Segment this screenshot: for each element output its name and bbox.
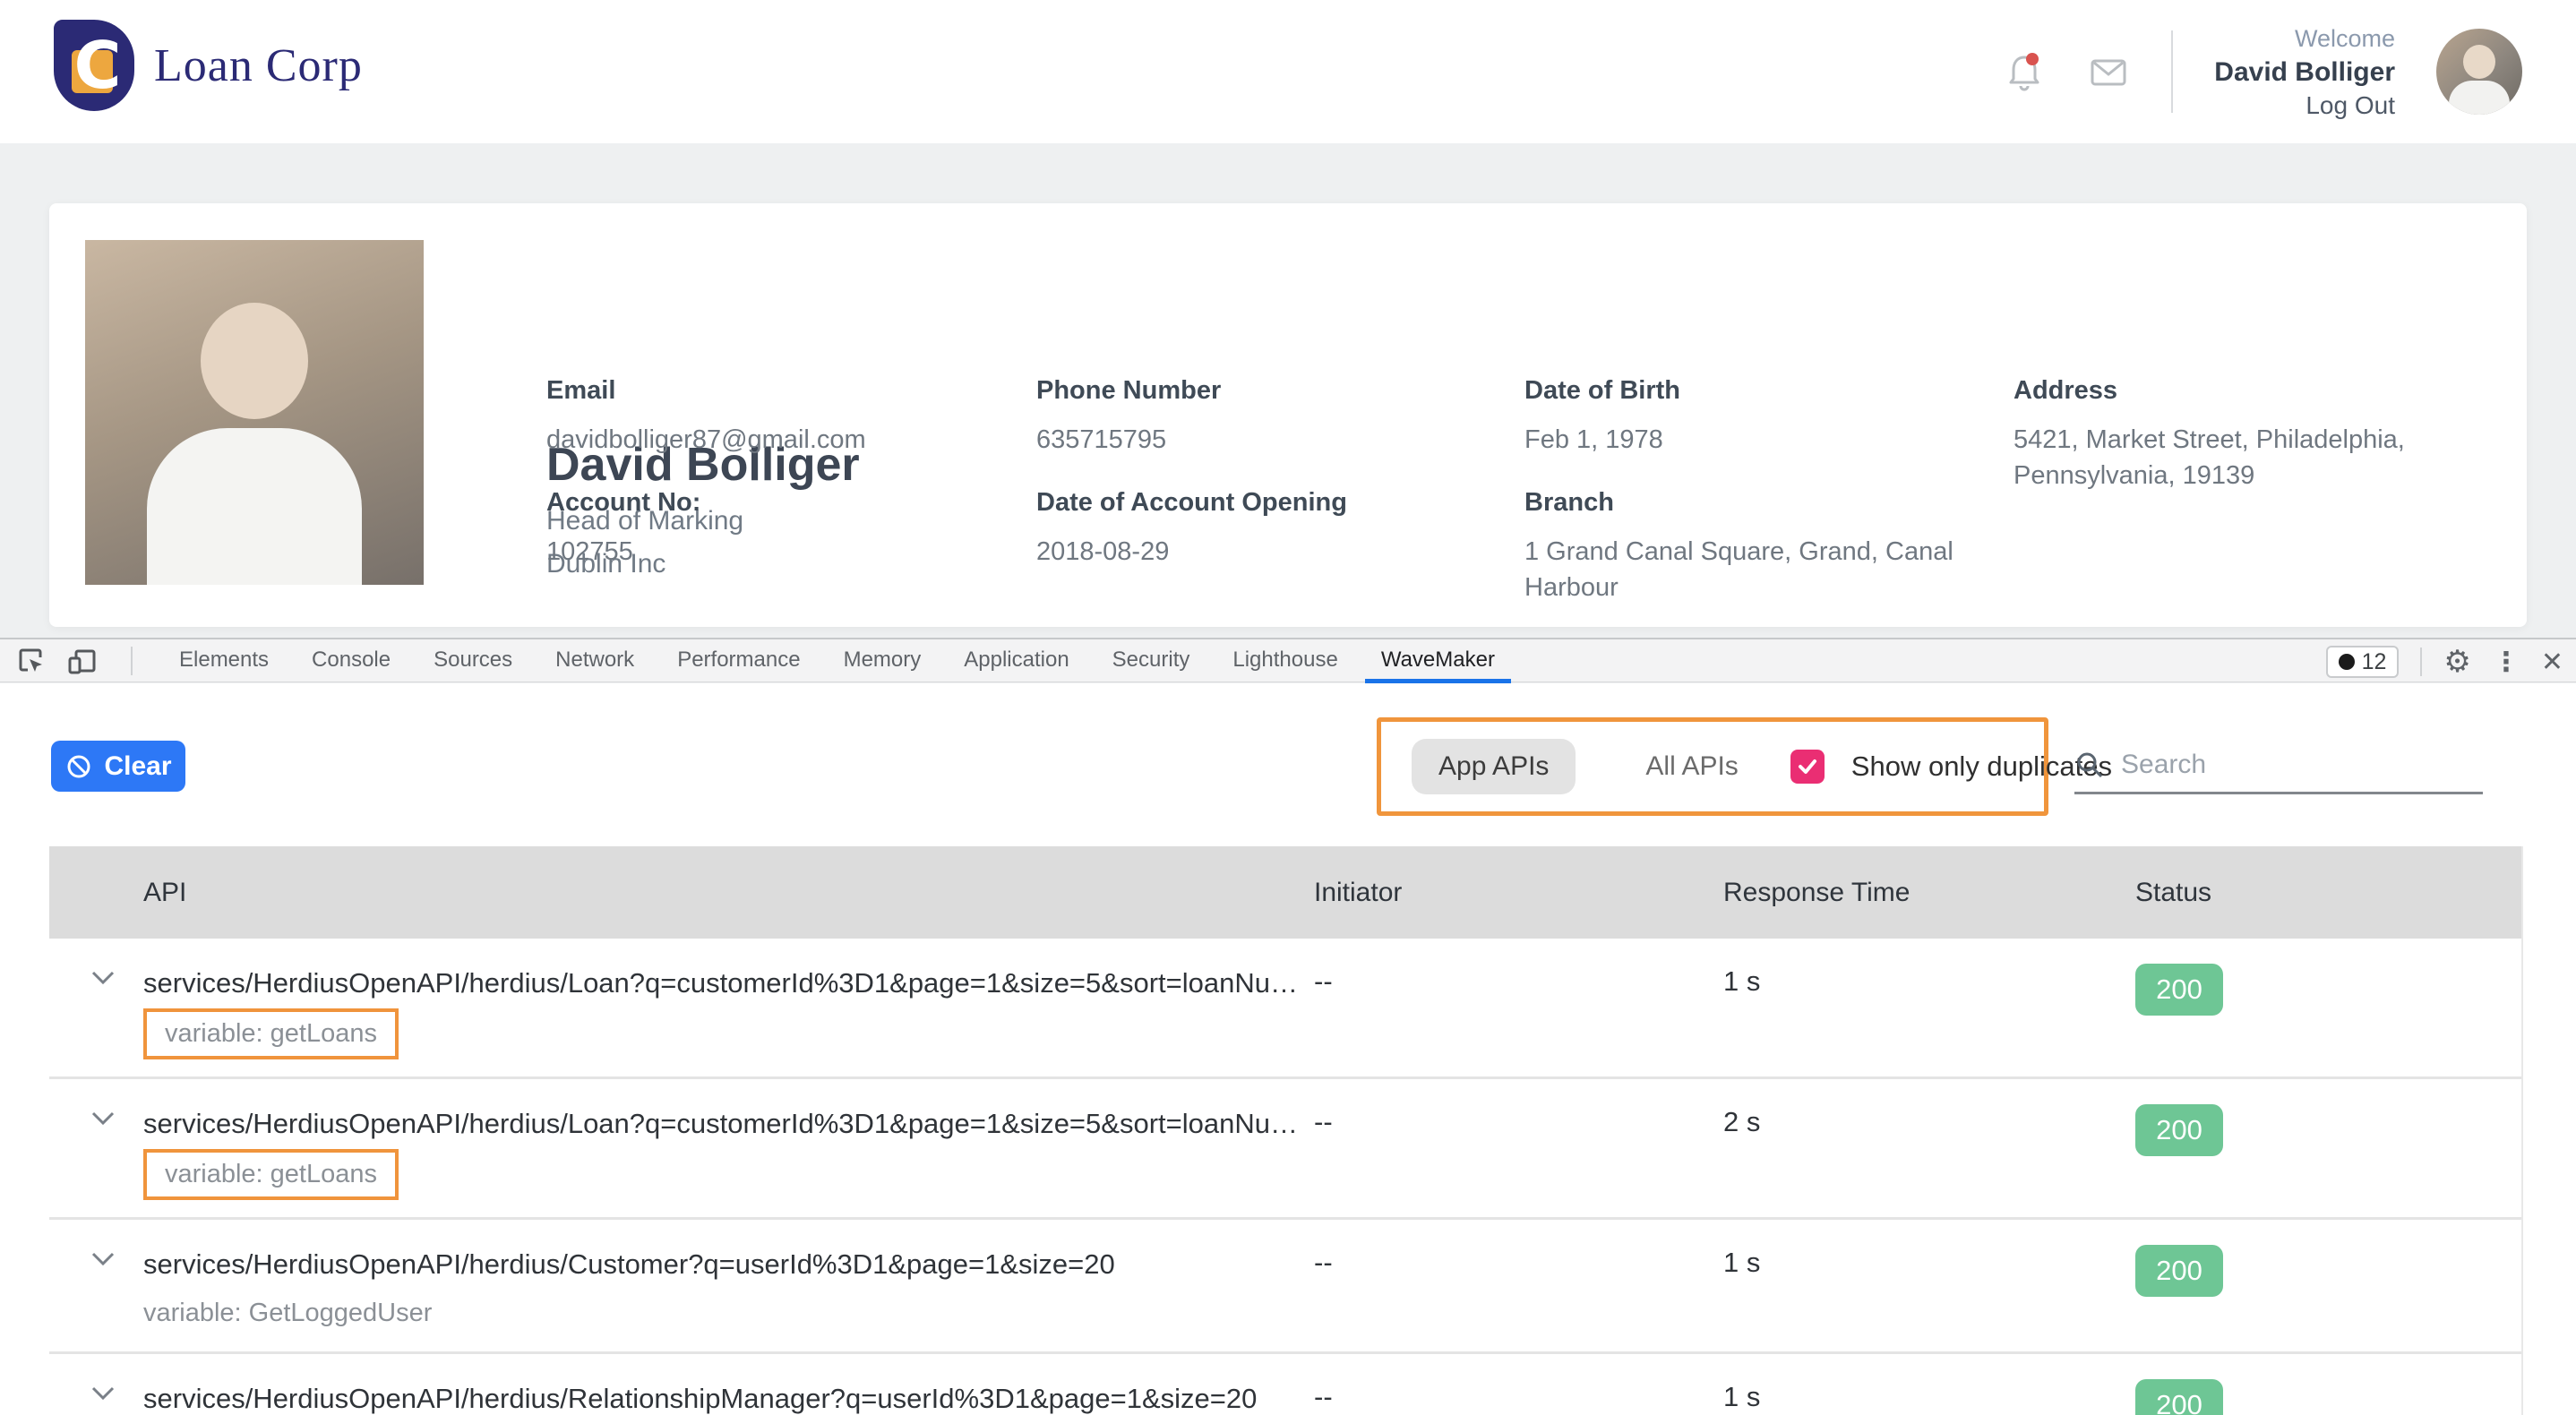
field-branch: Branch 1 Grand Canal Square, Grand, Cana… xyxy=(1524,488,1981,605)
response-time-cell: 1 s xyxy=(1723,939,2135,1076)
expand-chevron-icon[interactable] xyxy=(49,1220,143,1351)
variable-highlight-box: variable: getLoans xyxy=(143,1149,399,1200)
header-right: Welcome David Bolliger Log Out xyxy=(2003,0,2522,143)
expand-chevron-icon[interactable] xyxy=(49,1354,143,1415)
col-initiator: Initiator xyxy=(1314,878,1723,908)
checkmark-icon xyxy=(1796,755,1819,778)
issues-counter[interactable]: 12 xyxy=(2326,646,2400,678)
welcome-label: Welcome xyxy=(2214,22,2395,56)
devtools-divider xyxy=(131,647,133,675)
status-badge: 200 xyxy=(2135,1104,2223,1156)
field-email: Email davidbolliger87@gmail.com xyxy=(546,376,1012,458)
search-input[interactable] xyxy=(2121,750,2443,780)
initiator-cell: -- xyxy=(1314,1220,1723,1351)
status-badge: 200 xyxy=(2135,1245,2223,1297)
loan-corp-logo-icon: C xyxy=(54,20,134,111)
api-url: services/HerdiusOpenAPI/herdius/Loan?q=c… xyxy=(143,965,1314,1001)
variable-label: variable: getLoans xyxy=(165,1160,377,1188)
tab-sources[interactable]: Sources xyxy=(412,639,534,683)
field-dob: Date of Birth Feb 1, 1978 xyxy=(1524,376,1981,458)
field-account-opening: Date of Account Opening 2018-08-29 xyxy=(1036,488,1502,570)
table-header: API Initiator Response Time Status xyxy=(49,846,2521,939)
col-status: Status xyxy=(2135,878,2521,908)
header-divider xyxy=(2171,30,2173,113)
clear-button[interactable]: Clear xyxy=(51,741,185,792)
field-phone: Phone Number 635715795 xyxy=(1036,376,1502,458)
api-filter-group-highlight: App APIs All APIs Show only duplicates xyxy=(1377,717,2048,816)
status-badge: 200 xyxy=(2135,1379,2223,1415)
tab-memory[interactable]: Memory xyxy=(822,639,943,683)
all-apis-toggle[interactable]: All APIs xyxy=(1629,751,1754,782)
inspect-element-icon[interactable] xyxy=(16,646,47,676)
brand-name: Loan Corp xyxy=(154,39,363,92)
issues-dot-icon xyxy=(2339,654,2355,670)
more-options-kebab-icon[interactable]: ⋮ xyxy=(2493,647,2520,678)
tab-wavemaker[interactable]: WaveMaker xyxy=(1360,639,1516,683)
welcome-block: Welcome David Bolliger Log Out xyxy=(2214,22,2395,122)
status-badge: 200 xyxy=(2135,964,2223,1016)
variable-highlight-box: variable: getLoans xyxy=(143,1008,399,1059)
api-url: services/HerdiusOpenAPI/herdius/Loan?q=c… xyxy=(143,1106,1314,1142)
col-api: API xyxy=(143,878,1314,908)
user-avatar[interactable] xyxy=(2436,29,2522,115)
brand: C Loan Corp xyxy=(54,20,363,111)
initiator-cell: -- xyxy=(1314,1354,1723,1415)
variable-label: variable: getLoans xyxy=(165,1019,377,1048)
tab-network[interactable]: Network xyxy=(534,639,656,683)
app-header: C Loan Corp Welcome David Bo xyxy=(0,0,2576,143)
col-response-time: Response Time xyxy=(1723,878,2135,908)
table-row: services/HerdiusOpenAPI/herdius/Relation… xyxy=(49,1354,2521,1415)
clear-slash-icon xyxy=(64,752,93,781)
search-icon xyxy=(2074,750,2105,780)
expand-chevron-icon[interactable] xyxy=(49,1079,143,1217)
devtools-tabs: Elements Console Sources Network Perform… xyxy=(158,639,1516,683)
tab-console[interactable]: Console xyxy=(290,639,412,683)
profile-card: David Bolliger Head of Marking Dublin In… xyxy=(49,203,2527,627)
field-address: Address 5421, Market Street, Philadelphi… xyxy=(2014,376,2443,493)
api-url: services/HerdiusOpenAPI/herdius/Relation… xyxy=(143,1381,1314,1415)
table-row: services/HerdiusOpenAPI/herdius/Loan?q=c… xyxy=(49,1079,2521,1220)
close-devtools-icon[interactable]: ✕ xyxy=(2541,647,2563,678)
show-duplicates-label: Show only duplicates xyxy=(1851,750,2112,783)
response-time-cell: 2 s xyxy=(1723,1079,2135,1217)
user-name: David Bolliger xyxy=(2214,56,2395,89)
initiator-cell: -- xyxy=(1314,1079,1723,1217)
logout-link[interactable]: Log Out xyxy=(2214,89,2395,122)
table-row: services/HerdiusOpenAPI/herdius/Customer… xyxy=(49,1220,2521,1354)
api-url: services/HerdiusOpenAPI/herdius/Customer… xyxy=(143,1247,1314,1282)
initiator-cell: -- xyxy=(1314,939,1723,1076)
tab-performance[interactable]: Performance xyxy=(656,639,821,683)
table-row: services/HerdiusOpenAPI/herdius/Loan?q=c… xyxy=(49,939,2521,1079)
field-account-no: Account No: 102755 xyxy=(546,488,1012,570)
tab-elements[interactable]: Elements xyxy=(158,639,290,683)
response-time-cell: 1 s xyxy=(1723,1220,2135,1351)
profile-photo xyxy=(85,240,424,585)
variable-label: variable: GetLoggedUser xyxy=(143,1299,432,1327)
tab-application[interactable]: Application xyxy=(942,639,1090,683)
expand-chevron-icon[interactable] xyxy=(49,939,143,1076)
page: C Loan Corp Welcome David Bo xyxy=(0,0,2576,1415)
settings-gear-icon[interactable]: ⚙ xyxy=(2443,647,2470,677)
response-time-cell: 1 s xyxy=(1723,1354,2135,1415)
messages-mail-icon[interactable] xyxy=(2087,50,2130,93)
api-table: API Initiator Response Time Status servi… xyxy=(49,846,2523,1415)
app-apis-toggle[interactable]: App APIs xyxy=(1412,739,1576,794)
search-field xyxy=(2074,737,2483,794)
wavemaker-panel: Clear App APIs All APIs Show only duplic… xyxy=(0,683,2576,1415)
notifications-bell-icon[interactable] xyxy=(2003,50,2046,93)
issue-count: 12 xyxy=(2362,649,2387,675)
tab-security[interactable]: Security xyxy=(1091,639,1212,683)
device-toolbar-icon[interactable] xyxy=(66,646,97,676)
show-duplicates-checkbox[interactable] xyxy=(1790,750,1825,784)
tab-lighthouse[interactable]: Lighthouse xyxy=(1211,639,1359,683)
devtools-tab-bar: Elements Console Sources Network Perform… xyxy=(0,638,2576,682)
